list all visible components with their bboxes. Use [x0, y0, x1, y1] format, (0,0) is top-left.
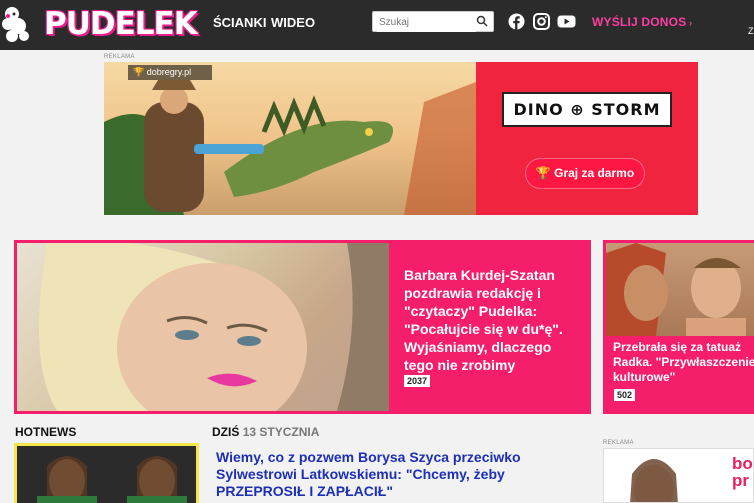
sponsor-badge[interactable]: 🏆 dobregry.pl — [128, 65, 212, 80]
side-story-photo — [606, 243, 754, 336]
date-prefix: DZIŚ — [212, 425, 240, 439]
ad-artwork — [104, 62, 476, 215]
site-logo[interactable]: PUDELEK — [44, 6, 198, 42]
header-edge-text: Z — [748, 26, 754, 36]
hotnews-photo — [17, 446, 196, 503]
send-tip-label: WYŚLIJ DONOS — [592, 15, 687, 29]
side-ad-text-line: pr — [732, 471, 749, 490]
send-tip-link[interactable]: WYŚLIJ DONOS › — [592, 15, 692, 29]
nav-wideo[interactable]: WIDEO — [271, 15, 315, 30]
side-story-card[interactable] — [603, 240, 754, 414]
ad-promo-panel: DINO ⊕ STORM 🏆 Graj za darmo — [476, 62, 698, 215]
search-icon[interactable] — [476, 15, 488, 27]
search-input[interactable] — [377, 13, 476, 32]
date-value: 13 STYCZNIA — [242, 425, 320, 439]
comment-count-badge: 2037 — [404, 375, 431, 387]
search-box — [372, 11, 494, 32]
nav-scianki[interactable]: ŚCIANKI — [213, 15, 266, 30]
featured-story-title[interactable]: Barbara Kurdej-Szatan pozdrawia redakcję… — [404, 266, 580, 374]
trophy-icon: 🏆 — [535, 166, 555, 180]
poodle-logo-icon[interactable] — [0, 2, 42, 44]
sponsor-name: dobregry.pl — [146, 67, 192, 77]
play-free-label: Graj za darmo — [554, 166, 635, 180]
side-ad-text-line: bo — [732, 454, 753, 473]
instagram-icon[interactable] — [533, 13, 550, 30]
side-ad-text: bo pr — [732, 455, 753, 489]
side-ad[interactable]: bo pr — [603, 448, 754, 503]
side-story-title-line: Radka. "Przywłaszczenie — [613, 355, 754, 369]
side-story-title[interactable]: Przebrała się za tatuaż Radka. "Przywłas… — [613, 340, 754, 385]
date-heading: DZIŚ 13 STYCZNIA — [212, 425, 319, 439]
side-story-title-line: kulturowe" — [613, 370, 676, 384]
facebook-icon[interactable] — [508, 13, 525, 30]
trophy-icon: 🏆 — [133, 67, 147, 77]
ad-label: REKLAMA — [104, 54, 135, 60]
comment-count-badge: 502 — [614, 389, 636, 401]
play-free-button[interactable]: 🏆 Graj za darmo — [526, 159, 644, 188]
hotnews-card[interactable] — [14, 443, 199, 503]
ad-label: REKLAMA — [603, 440, 634, 446]
news-headline-link[interactable]: Wiemy, co z pozwem Borysa Szyca przeciwk… — [216, 449, 546, 500]
side-story-title-line: Przebrała się za tatuaż — [613, 340, 742, 354]
featured-story-photo — [17, 243, 389, 411]
youtube-icon[interactable] — [557, 13, 576, 30]
chevron-right-icon: › — [686, 18, 693, 28]
game-title: DINO ⊕ STORM — [502, 92, 672, 127]
hotnews-heading: HOTNEWS — [15, 425, 77, 439]
ad-banner[interactable]: 🏆 dobregry.pl DINO ⊕ STORM 🏆 Graj za dar… — [104, 62, 698, 215]
top-navigation-bar: PUDELEK ŚCIANKI WIDEO WYŚLIJ DONOS › Z — [0, 0, 754, 50]
